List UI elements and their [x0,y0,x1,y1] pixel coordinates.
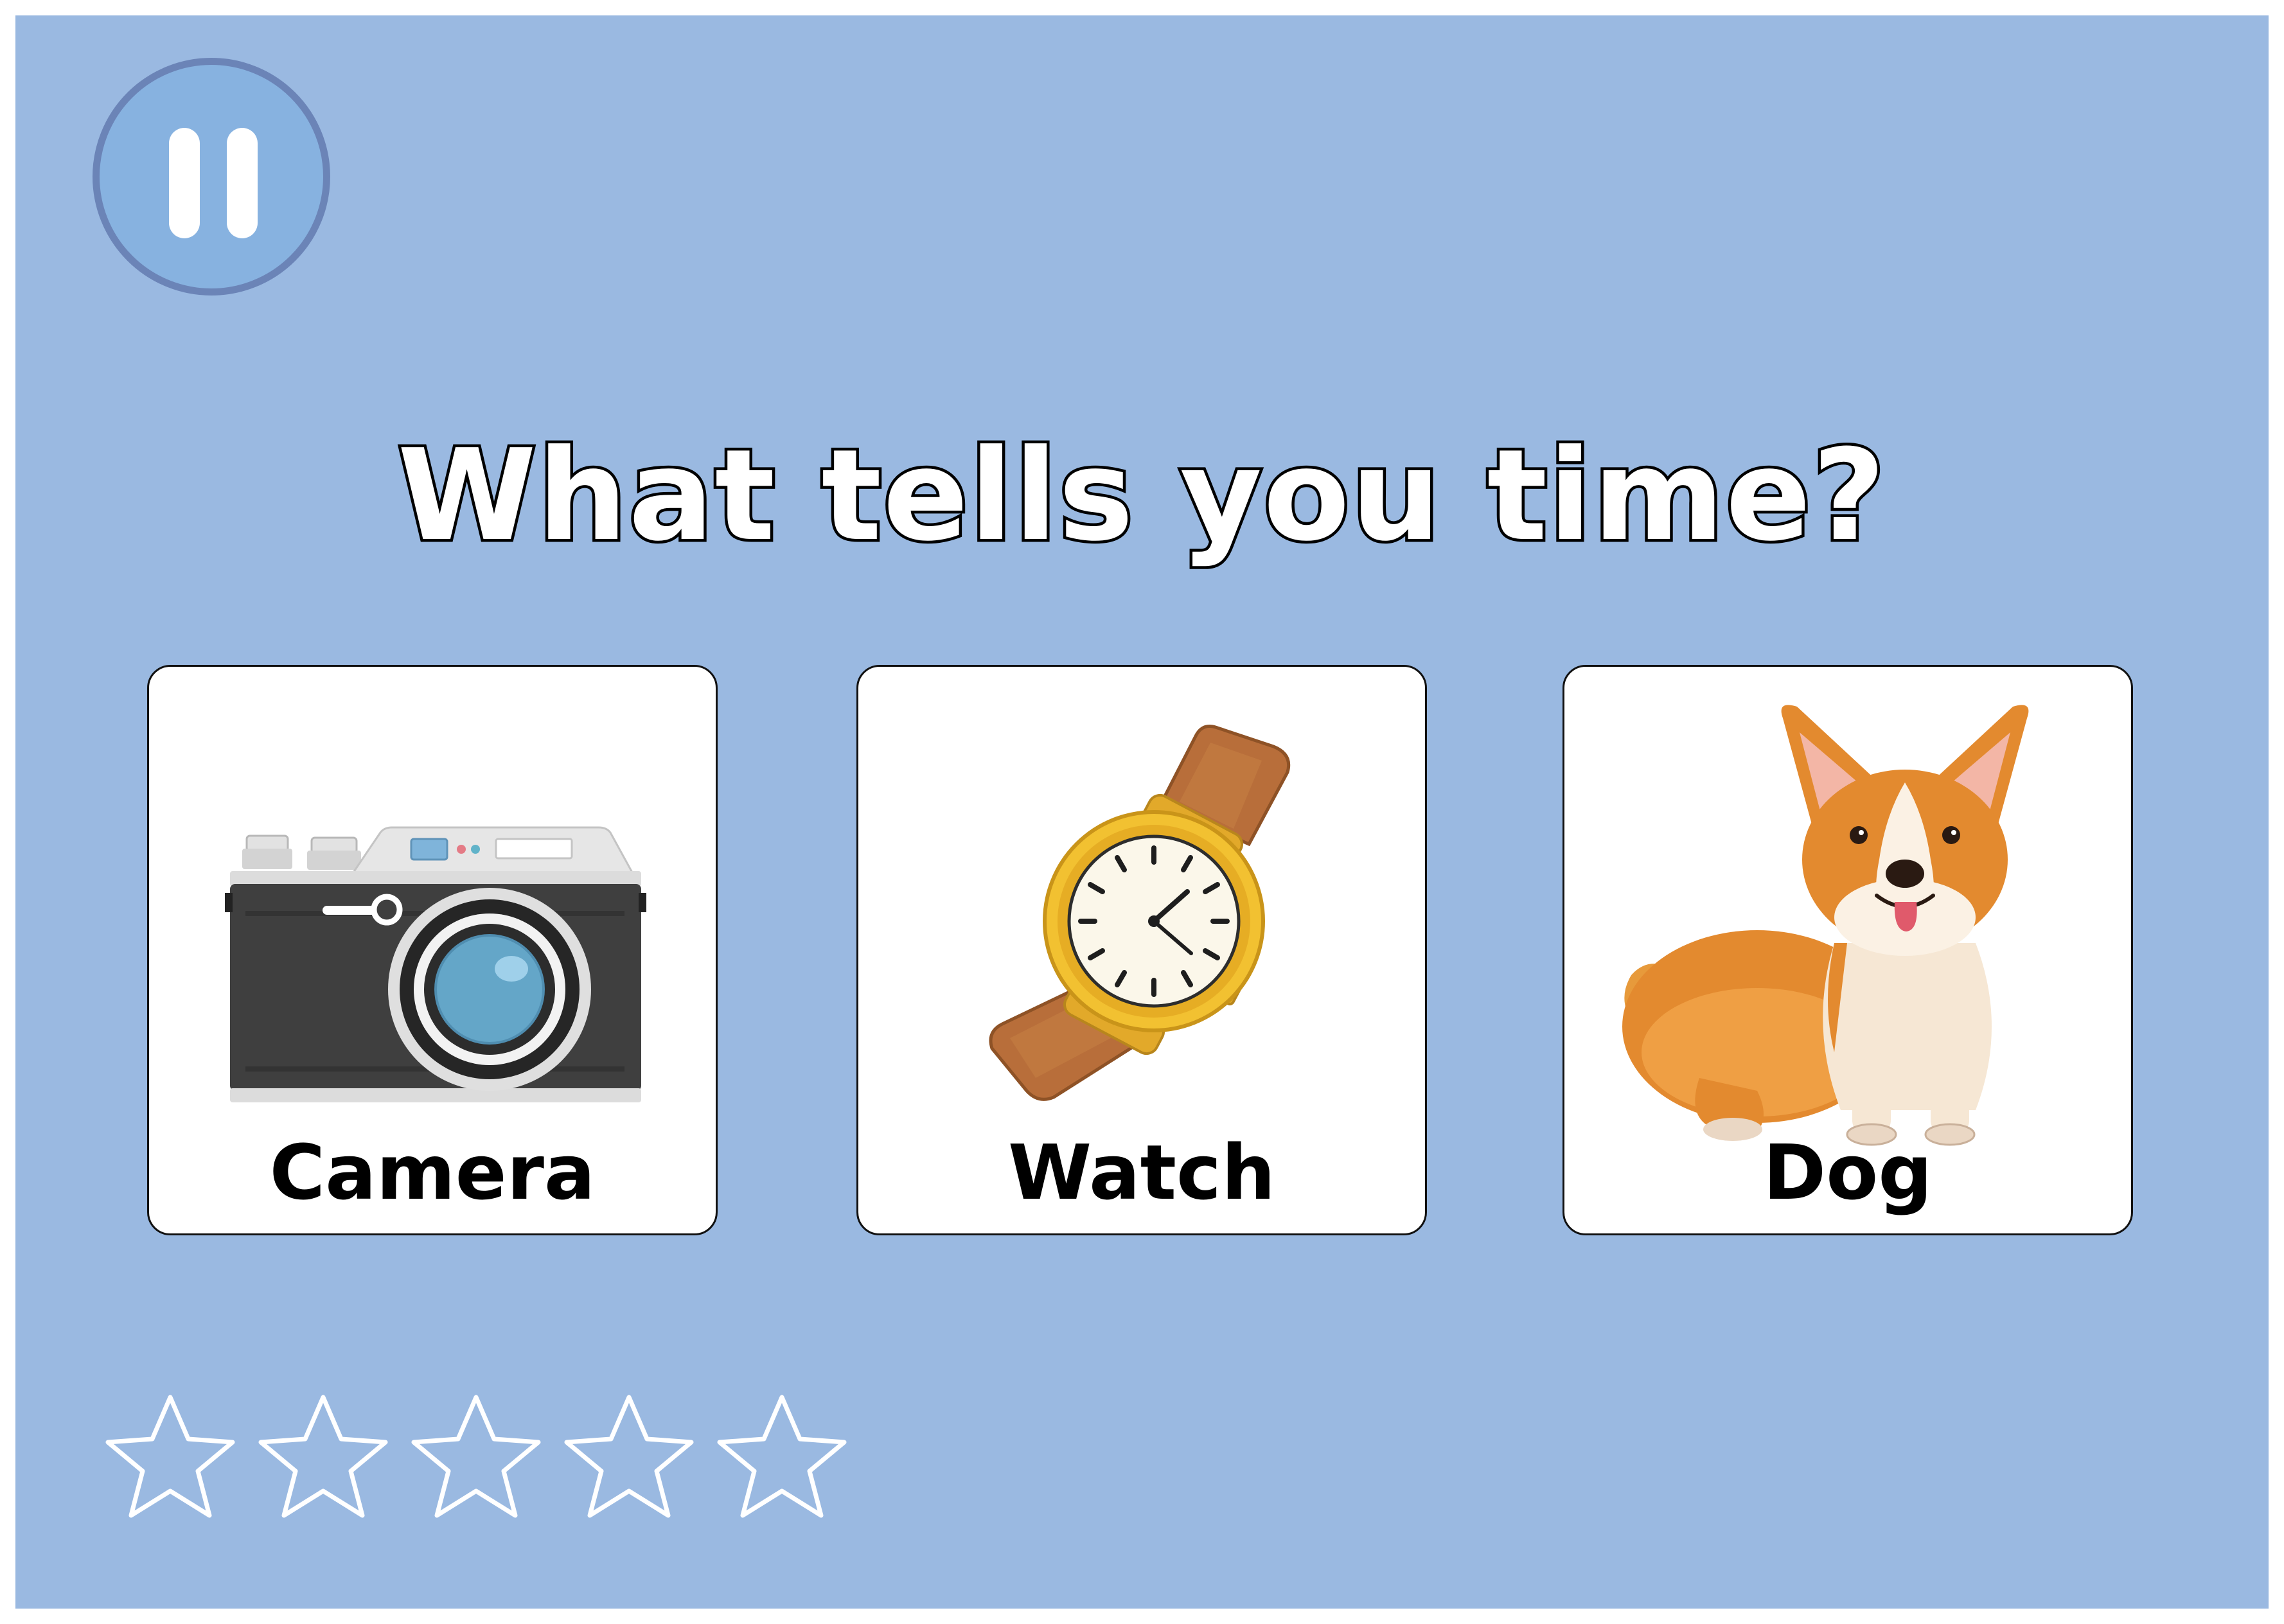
option-label-dog: Dog [1763,1128,1933,1217]
star-outline-icon [258,1395,388,1518]
star-outline-icon [105,1395,235,1518]
option-label-watch: Watch [1008,1128,1275,1217]
option-card-watch[interactable]: Watch [856,665,1427,1235]
game-screen: What tells you time? Camera Watch Dog [15,15,2269,1609]
star-outline-icon [717,1395,847,1518]
pause-button[interactable] [93,58,330,296]
star-outline-icon [411,1395,541,1518]
star-outline-icon [564,1395,694,1518]
option-card-camera[interactable]: Camera [147,665,718,1235]
question-text: What tells you time? [394,423,1888,569]
pause-icon [169,128,200,238]
option-card-dog[interactable]: Dog [1563,665,2133,1235]
option-label-camera: Camera [269,1128,596,1217]
